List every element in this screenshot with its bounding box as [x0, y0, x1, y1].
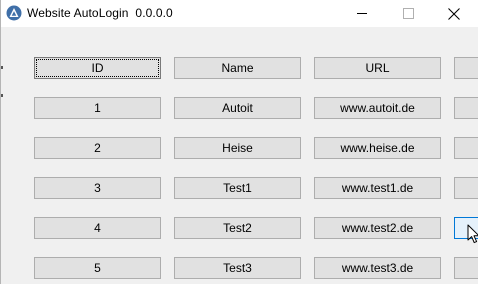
header-name-button[interactable]: Name: [174, 57, 301, 79]
row-5-id-button[interactable]: 5: [34, 257, 161, 279]
row-3-id-button[interactable]: 3: [34, 177, 161, 199]
app-window: Website AutoLogin 0.0.0.0 ID Name URL 1 …: [0, 0, 478, 284]
close-icon: [448, 7, 460, 20]
header-extra-button[interactable]: [454, 57, 478, 79]
mouse-pointer-icon: [467, 224, 478, 249]
window-title: Website AutoLogin 0.0.0.0: [27, 6, 173, 20]
client-area: ID Name URL 1 Autoit www.autoit.de 2 Hei…: [2, 27, 478, 284]
row-1-extra-button[interactable]: [454, 97, 478, 119]
close-button[interactable]: [431, 0, 477, 27]
autoit-icon: [6, 5, 22, 21]
row-4-name-button[interactable]: Test2: [174, 217, 301, 239]
row-2-extra-button[interactable]: [454, 137, 478, 159]
minimize-button[interactable]: [339, 0, 385, 27]
maximize-icon: [402, 8, 414, 19]
row-5-url-button[interactable]: www.test3.de: [314, 257, 441, 279]
row-3-url-button[interactable]: www.test1.de: [314, 177, 441, 199]
row-5-name-button[interactable]: Test3: [174, 257, 301, 279]
row-1-url-button[interactable]: www.autoit.de: [314, 97, 441, 119]
row-1-name-button[interactable]: Autoit: [174, 97, 301, 119]
row-2-url-button[interactable]: www.heise.de: [314, 137, 441, 159]
row-3-name-button[interactable]: Test1: [174, 177, 301, 199]
row-2-id-button[interactable]: 2: [34, 137, 161, 159]
row-4-url-button[interactable]: www.test2.de: [314, 217, 441, 239]
border-mark: [1, 66, 3, 69]
row-2-name-button[interactable]: Heise: [174, 137, 301, 159]
title-bar[interactable]: Website AutoLogin 0.0.0.0: [1, 0, 478, 27]
header-url-button[interactable]: URL: [314, 57, 441, 79]
row-4-id-button[interactable]: 4: [34, 217, 161, 239]
minimize-icon: [357, 13, 367, 14]
header-id-button[interactable]: ID: [34, 57, 161, 79]
row-1-id-button[interactable]: 1: [34, 97, 161, 119]
row-5-extra-button[interactable]: [454, 257, 478, 279]
border-mark: [1, 94, 3, 97]
maximize-button[interactable]: [385, 0, 431, 27]
row-3-extra-button[interactable]: [454, 177, 478, 199]
